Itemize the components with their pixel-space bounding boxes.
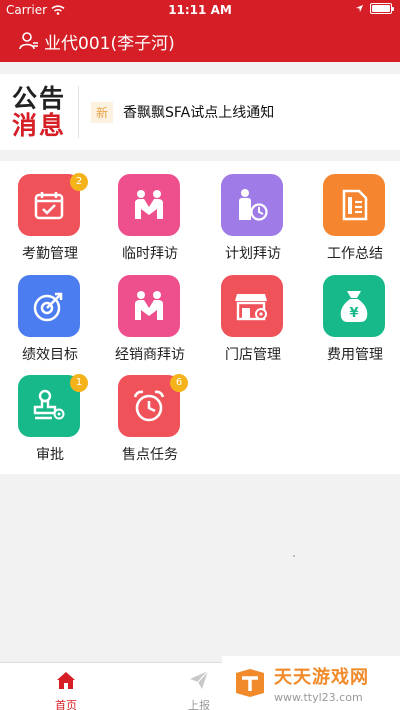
tab-home-label: 首页	[55, 699, 77, 710]
home-icon	[57, 672, 75, 689]
menu-label: 工作总结	[327, 246, 383, 262]
location-arrow-icon	[355, 4, 364, 13]
handshake-icon	[118, 174, 180, 236]
handshake-icon	[118, 275, 180, 337]
menu-label: 费用管理	[327, 347, 383, 363]
watermark-logo-icon	[236, 669, 264, 697]
menu-label: 审批	[36, 447, 64, 463]
menu-item-performance[interactable]: 绩效目标	[0, 262, 100, 363]
svg-text:¥: ¥	[349, 306, 358, 321]
person-clock-icon	[221, 174, 283, 236]
store-icon	[221, 275, 283, 337]
paper-plane-icon	[190, 670, 209, 689]
notice-text[interactable]: 香飘飘SFA试点上线通知	[123, 102, 274, 122]
new-badge: 新	[91, 101, 114, 123]
menu-item-dealer-visit[interactable]: 经销商拜访	[100, 262, 200, 363]
watermark: 天天游戏网 www.ttyl23.com	[222, 656, 400, 710]
status-bar: Carrier 11:11 AM	[0, 0, 400, 20]
notice-logo-line1: 公告	[12, 83, 67, 113]
menu-label: 考勤管理	[22, 246, 78, 262]
notice-divider	[78, 86, 79, 138]
menu-item-work-summary[interactable]: 工作总结	[305, 161, 400, 262]
menu-label: 经销商拜访	[115, 347, 185, 363]
menu-label: 门店管理	[225, 347, 281, 363]
menu-item-outlet-task[interactable]: 6 售点任务	[100, 362, 200, 463]
clock: 11:11 AM	[168, 3, 232, 17]
menu-item-temp-visit[interactable]: 临时拜访	[100, 161, 200, 262]
battery-icon	[370, 3, 394, 14]
approval-badge: 1	[70, 374, 88, 392]
watermark-title: 天天游戏网	[274, 666, 369, 688]
notice-logo-line2: 消息	[12, 111, 67, 140]
menu-item-store-management[interactable]: 门店管理	[203, 262, 303, 363]
menu-label: 临时拜访	[122, 246, 178, 262]
tab-home[interactable]: 首页	[31, 669, 101, 710]
menu-label: 绩效目标	[22, 347, 78, 363]
user-icon	[19, 32, 38, 50]
stray-dot	[293, 555, 295, 557]
document-icon	[323, 174, 385, 236]
app-header: 业代001(李子河)	[0, 20, 400, 62]
menu-label: 计划拜访	[225, 246, 281, 262]
menu-label: 售点任务	[122, 447, 178, 463]
outlet-task-badge: 6	[170, 374, 188, 392]
notice-logo: 公告 消息	[12, 83, 74, 140]
target-icon	[18, 275, 80, 337]
menu-item-plan-visit[interactable]: 计划拜访	[203, 161, 303, 262]
attendance-badge: 2	[70, 173, 88, 191]
watermark-url: www.ttyl23.com	[274, 690, 363, 704]
user-name[interactable]: 业代001(李子河)	[44, 29, 175, 54]
menu-item-expense[interactable]: ¥ 费用管理	[305, 262, 400, 363]
notice-banner[interactable]: 公告 消息 新 香飘飘SFA试点上线通知	[0, 74, 400, 150]
menu-item-attendance[interactable]: 2 考勤管理	[0, 161, 100, 262]
menu-grid: 2 考勤管理 临时拜访 计划拜访 工作总结 绩效目标 经销商拜访 门店管理 ¥ …	[0, 161, 400, 474]
money-bag-icon: ¥	[323, 275, 385, 337]
menu-item-approval[interactable]: 1 审批	[0, 362, 100, 463]
